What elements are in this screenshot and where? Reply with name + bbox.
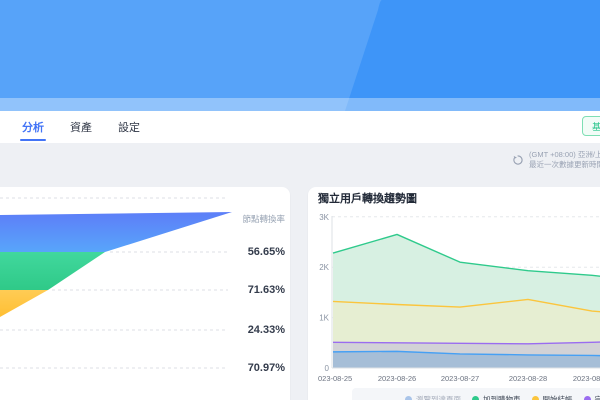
conversion-rate-value: 24.33% xyxy=(247,324,285,336)
svg-text:2023-08-27: 2023-08-27 xyxy=(441,374,479,383)
refresh-icon[interactable] xyxy=(512,154,524,166)
svg-text:2023-08-25: 2023-08-25 xyxy=(318,374,352,383)
hero-banner xyxy=(0,0,600,111)
legend-label: 加到購物車 xyxy=(483,394,521,400)
svg-text:2023-08-26: 2023-08-26 xyxy=(378,374,416,383)
data-refresh-info: (GMT +08:00) 亞洲/上海 最近一次數據更新時間 xyxy=(512,150,600,170)
svg-text:3K: 3K xyxy=(319,213,329,222)
legend-label: 完成結帳 xyxy=(594,394,600,400)
conversion-rate-value: 70.97% xyxy=(247,362,285,374)
svg-text:2023-08-29: 2023-08-29 xyxy=(573,374,600,383)
trend-chart-title: 獨立用戶轉換趨勢圖 xyxy=(318,193,417,205)
legend-label: 瀏覽到達頁面 xyxy=(416,394,461,400)
tab-bar: 分析 資產 設定 xyxy=(0,111,600,143)
tab-analysis-label: 分析 xyxy=(22,122,44,134)
legend-dot xyxy=(531,395,539,400)
legend-item[interactable]: 完成結帳 xyxy=(583,394,600,400)
legend-item[interactable]: 開始結帳 xyxy=(531,394,573,400)
funnel-chart xyxy=(0,197,232,369)
legend-dot xyxy=(583,395,591,400)
svg-text:0: 0 xyxy=(325,364,330,373)
conversion-rate-value: 56.65% xyxy=(247,246,285,258)
tab-settings-label: 設定 xyxy=(118,122,140,134)
legend-item[interactable]: 加到購物車 xyxy=(472,394,521,400)
conversion-rate-value: 71.63% xyxy=(247,284,285,296)
trend-legend: 瀏覽到達頁面加到購物車開始結帳完成結帳完成購買 xyxy=(352,388,600,400)
tab-assets[interactable]: 資產 xyxy=(70,111,92,143)
svg-text:1K: 1K xyxy=(319,314,329,323)
last-update-text: 最近一次數據更新時間 xyxy=(529,160,600,169)
svg-text:2K: 2K xyxy=(319,263,329,272)
basic-report-button-label: 基礎 xyxy=(592,121,600,132)
conversion-rate-column-header: 節點轉換率 xyxy=(242,214,285,224)
basic-report-button[interactable]: 基礎 xyxy=(582,116,600,136)
legend-label: 開始結帳 xyxy=(542,394,573,400)
timezone-text: (GMT +08:00) 亞洲/上海 xyxy=(529,150,600,159)
legend-item[interactable]: 瀏覽到達頁面 xyxy=(405,394,461,400)
tab-settings[interactable]: 設定 xyxy=(118,111,140,143)
tab-analysis[interactable]: 分析 xyxy=(22,111,44,143)
trend-chart: 0 1K 2K 3K 2023-08-25 2023-08-26 2023-08-27 202… xyxy=(318,213,600,383)
tab-assets-label: 資產 xyxy=(70,122,92,134)
legend-dot xyxy=(405,395,412,400)
dashboard-page: 分析 資產 設定 基礎 (GMT +08:00) 亞洲/上海 最近一次數據更新時… xyxy=(0,0,600,400)
svg-text:2023-08-28: 2023-08-28 xyxy=(509,374,547,383)
legend-dot xyxy=(472,395,479,400)
